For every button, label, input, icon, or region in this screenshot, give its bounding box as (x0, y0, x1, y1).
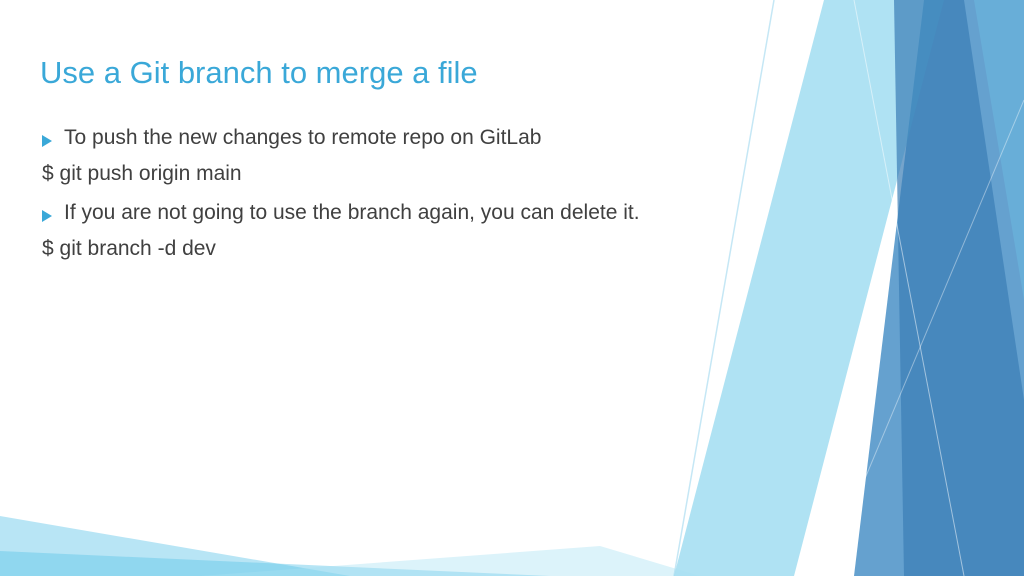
bullet-item: To push the new changes to remote repo o… (40, 123, 984, 157)
slide-container: Use a Git branch to merge a file To push… (0, 0, 1024, 576)
decorative-bottom-triangles (0, 456, 1024, 576)
slide-title: Use a Git branch to merge a file (40, 55, 984, 91)
bullet-item: If you are not going to use the branch a… (40, 198, 984, 232)
bullet-arrow-icon (40, 127, 54, 157)
bullet-text: If you are not going to use the branch a… (64, 198, 984, 228)
bullet-text: To push the new changes to remote repo o… (64, 123, 984, 153)
bullet-arrow-icon (40, 202, 54, 232)
command-text: $ git branch -d dev (40, 234, 984, 264)
command-text: $ git push origin main (40, 159, 984, 189)
slide-content: To push the new changes to remote repo o… (40, 123, 984, 265)
